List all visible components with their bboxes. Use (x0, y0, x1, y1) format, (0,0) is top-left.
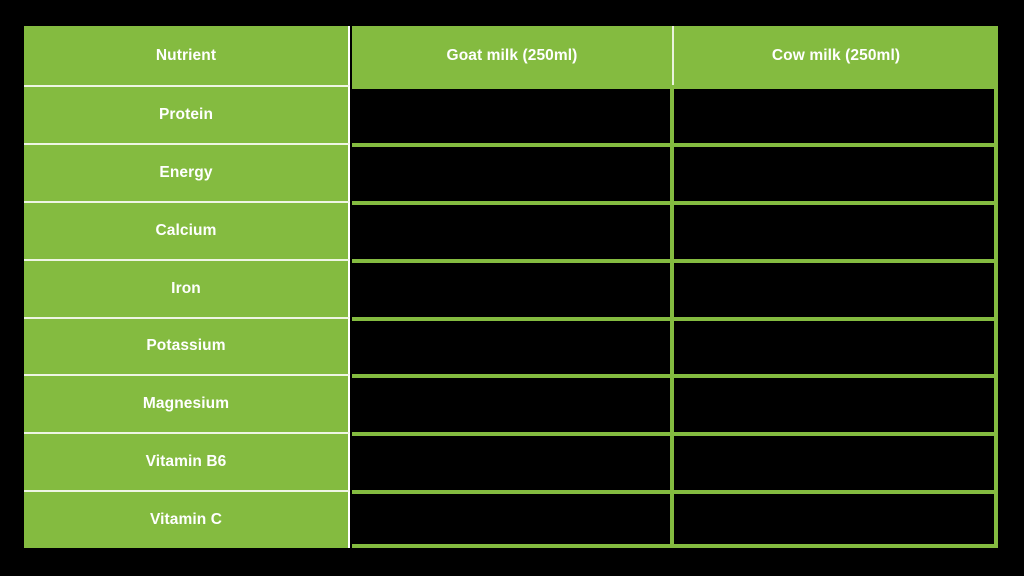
cell-goat-protein[interactable] (352, 85, 674, 143)
table-row: Energy (24, 142, 998, 201)
table-row: Vitamin C (24, 490, 998, 548)
cell-cow-vitamin-b6[interactable] (674, 432, 998, 491)
table-row: Iron (24, 258, 998, 317)
cell-cow-protein[interactable] (674, 85, 998, 143)
cell-goat-potassium[interactable] (352, 316, 674, 375)
row-label-vitamin-c: Vitamin C (24, 490, 350, 548)
cell-cow-magnesium[interactable] (674, 374, 998, 433)
nutrition-comparison-table: Nutrient Goat milk (250ml) Cow milk (250… (24, 26, 998, 548)
row-label-energy: Energy (24, 142, 350, 201)
screen-background: Nutrient Goat milk (250ml) Cow milk (250… (0, 0, 1024, 576)
cell-cow-energy[interactable] (674, 142, 998, 201)
table-row: Protein (24, 85, 998, 143)
cell-goat-calcium[interactable] (352, 200, 674, 259)
column-header-cow-milk[interactable]: Cow milk (250ml) (674, 26, 998, 85)
cell-goat-iron[interactable] (352, 258, 674, 317)
row-label-protein: Protein (24, 85, 350, 143)
row-label-magnesium: Magnesium (24, 374, 350, 433)
table-row: Potassium (24, 316, 998, 375)
row-label-calcium: Calcium (24, 200, 350, 259)
column-header-nutrient[interactable]: Nutrient (24, 26, 350, 85)
cell-cow-calcium[interactable] (674, 200, 998, 259)
column-header-goat-milk[interactable]: Goat milk (250ml) (352, 26, 674, 85)
cell-cow-vitamin-c[interactable] (674, 490, 998, 548)
table-row: Calcium (24, 200, 998, 259)
table-header-row: Nutrient Goat milk (250ml) Cow milk (250… (24, 26, 998, 85)
cell-cow-iron[interactable] (674, 258, 998, 317)
table-body: Protein Energy Calcium Iron Potassium Ma… (24, 85, 998, 548)
cell-goat-energy[interactable] (352, 142, 674, 201)
table-row: Magnesium (24, 374, 998, 433)
row-label-iron: Iron (24, 258, 350, 317)
cell-cow-potassium[interactable] (674, 316, 998, 375)
cell-goat-magnesium[interactable] (352, 374, 674, 433)
row-label-vitamin-b6: Vitamin B6 (24, 432, 350, 491)
row-label-potassium: Potassium (24, 316, 350, 375)
cell-goat-vitamin-c[interactable] (352, 490, 674, 548)
table-row: Vitamin B6 (24, 432, 998, 491)
cell-goat-vitamin-b6[interactable] (352, 432, 674, 491)
